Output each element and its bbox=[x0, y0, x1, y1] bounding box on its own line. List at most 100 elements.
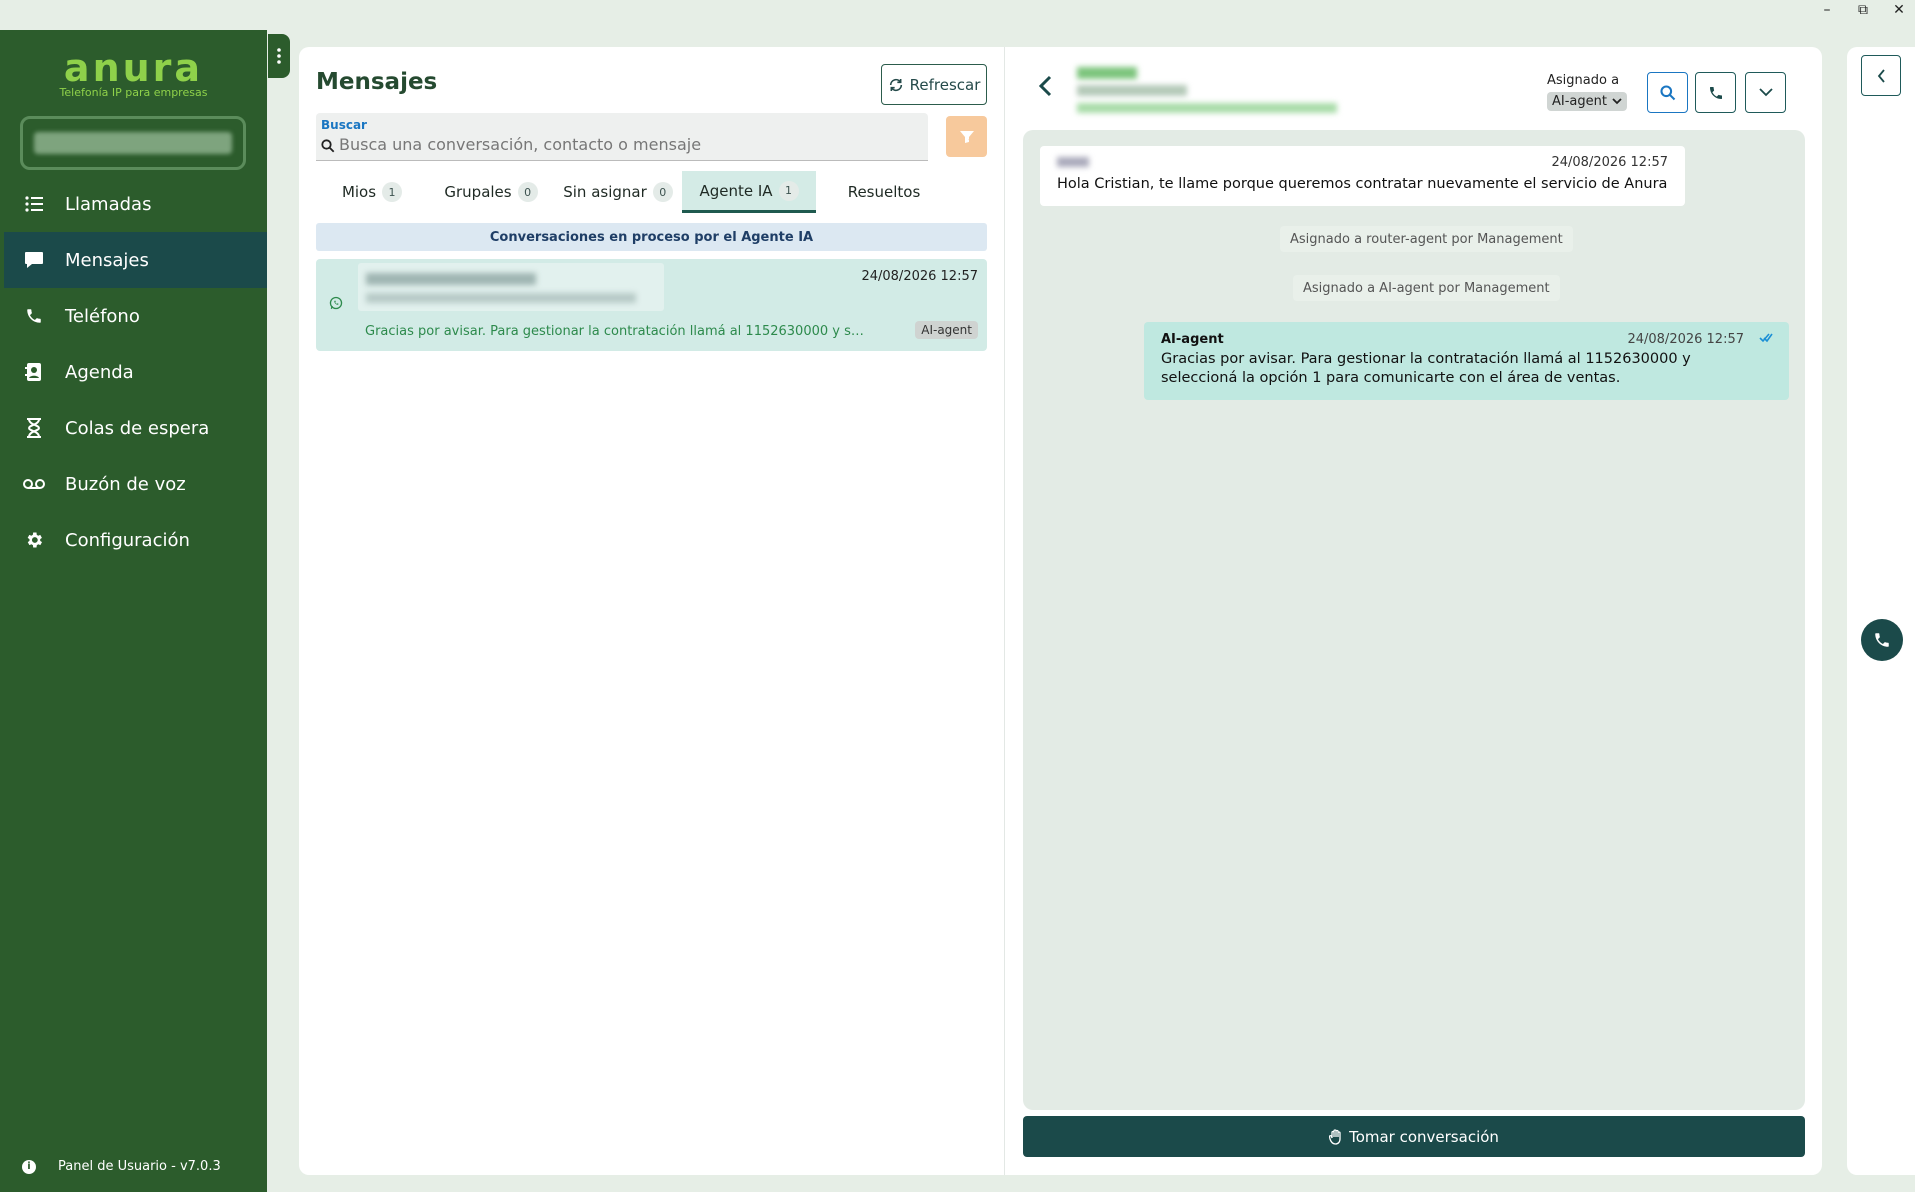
kebab-icon bbox=[277, 48, 281, 64]
info-icon: i bbox=[22, 1159, 36, 1174]
sidebar-item-llamadas[interactable]: Llamadas bbox=[4, 176, 267, 232]
back-button[interactable] bbox=[1038, 75, 1052, 101]
tab-label: Agente IA bbox=[699, 181, 773, 200]
main-card: Mensajes Refrescar Buscar Mios 1 Grupale… bbox=[299, 47, 1822, 1175]
close-button[interactable]: ✕ bbox=[1891, 2, 1907, 18]
tab-grupales[interactable]: Grupales 0 bbox=[428, 171, 554, 213]
search-field[interactable]: Buscar bbox=[316, 113, 928, 161]
double-check-icon bbox=[1759, 333, 1773, 343]
phone-icon bbox=[1875, 633, 1889, 647]
filter-off-icon bbox=[959, 130, 974, 144]
system-message: Asignado a router-agent por Management bbox=[1280, 226, 1573, 252]
search-messages-button[interactable] bbox=[1647, 72, 1688, 113]
chevron-down-icon bbox=[1612, 98, 1622, 105]
page-title: Mensajes bbox=[316, 69, 438, 95]
outgoing-message: AI-agent 24/08/2026 12:57 Gracias por av… bbox=[1144, 322, 1789, 400]
tab-resueltos[interactable]: Resueltos bbox=[816, 171, 952, 213]
sidebar-item-colas[interactable]: Colas de espera bbox=[4, 400, 267, 456]
refresh-icon bbox=[889, 78, 902, 91]
app-version-footer: i Panel de Usuario - v7.0.3 bbox=[22, 1159, 221, 1174]
refresh-button[interactable]: Refrescar bbox=[881, 64, 987, 105]
sidebar-item-label: Mensajes bbox=[65, 249, 149, 271]
right-rail bbox=[1847, 47, 1915, 1175]
sidebar-menu-toggle[interactable] bbox=[268, 34, 290, 78]
brand-logo: anura Telefonía IP para empresas bbox=[0, 48, 267, 99]
take-conversation-label: Tomar conversación bbox=[1349, 1127, 1499, 1146]
call-button[interactable] bbox=[1695, 72, 1736, 113]
tab-agente-ia[interactable]: Agente IA 1 bbox=[682, 171, 816, 213]
assigned-label: Asignado a bbox=[1547, 73, 1620, 88]
window-controls: – ⧉ ✕ bbox=[1819, 2, 1907, 18]
list-icon bbox=[22, 192, 46, 216]
assigned-select[interactable]: AI-agent bbox=[1547, 92, 1627, 111]
voicemail-icon bbox=[22, 472, 46, 496]
take-conversation-button[interactable]: Tomar conversación bbox=[1023, 1116, 1805, 1157]
sidebar-item-label: Configuración bbox=[65, 529, 190, 551]
assigned-to: Asignado a AI-agent bbox=[1547, 73, 1627, 111]
conversation-list-panel: Mensajes Refrescar Buscar Mios 1 Grupale… bbox=[299, 47, 1004, 1175]
conversation-list-item[interactable]: 24/08/2026 12:57 Gracias por avisar. Par… bbox=[316, 259, 987, 351]
contact-book-icon bbox=[22, 360, 46, 384]
logo-tagline: Telefonía IP para empresas bbox=[59, 86, 208, 99]
chevron-left-icon bbox=[1038, 75, 1052, 97]
search-label: Buscar bbox=[321, 118, 367, 132]
whatsapp-icon bbox=[329, 296, 343, 310]
hourglass-icon bbox=[22, 416, 46, 440]
chat-icon bbox=[22, 248, 46, 272]
sidebar-item-label: Agenda bbox=[65, 361, 134, 383]
sidebar-item-label: Llamadas bbox=[65, 193, 152, 215]
section-banner: Conversaciones en proceso por el Agente … bbox=[316, 223, 987, 251]
message-time: 24/08/2026 12:57 bbox=[1551, 155, 1668, 170]
tab-count: 1 bbox=[778, 180, 799, 201]
agent-badge: AI-agent bbox=[915, 321, 978, 339]
tab-sin-asignar[interactable]: Sin asignar 0 bbox=[554, 171, 682, 213]
assigned-value: AI-agent bbox=[1552, 94, 1607, 109]
sender-name-blurred bbox=[1057, 157, 1089, 167]
sidebar-item-telefono[interactable]: Teléfono bbox=[4, 288, 267, 344]
tab-mios[interactable]: Mios 1 bbox=[316, 171, 428, 213]
tab-label: Grupales bbox=[444, 183, 512, 201]
sidebar-item-label: Colas de espera bbox=[65, 417, 210, 439]
logo-wordmark: anura bbox=[63, 46, 204, 90]
conversation-tabs: Mios 1 Grupales 0 Sin asignar 0 Agente I… bbox=[316, 171, 987, 213]
tab-label: Resueltos bbox=[847, 183, 921, 201]
expand-panel-button[interactable] bbox=[1861, 55, 1901, 96]
softphone-button[interactable] bbox=[1861, 619, 1903, 661]
contact-header-blurred bbox=[1077, 63, 1337, 119]
sidebar-item-label: Buzón de voz bbox=[65, 473, 186, 495]
message-text: Gracias por avisar. Para gestionar la co… bbox=[1161, 351, 1691, 386]
search-input[interactable] bbox=[339, 135, 919, 154]
refresh-label: Refrescar bbox=[909, 75, 981, 94]
version-label: Panel de Usuario - v7.0.3 bbox=[58, 1159, 221, 1174]
phone-icon bbox=[1709, 86, 1722, 99]
filter-button[interactable] bbox=[946, 116, 987, 157]
chevron-down-icon bbox=[1758, 88, 1773, 97]
search-icon bbox=[321, 139, 335, 153]
sidebar-item-mensajes[interactable]: Mensajes bbox=[4, 232, 267, 288]
conversation-snippet: Gracias por avisar. Para gestionar la co… bbox=[365, 324, 865, 339]
tab-label: Mios bbox=[341, 183, 377, 201]
chevron-left-icon bbox=[1877, 68, 1885, 83]
sidebar-item-agenda[interactable]: Agenda bbox=[4, 344, 267, 400]
tab-count: 0 bbox=[652, 182, 673, 202]
user-status-blurred bbox=[34, 132, 232, 154]
search-icon bbox=[1659, 84, 1675, 100]
sidebar-nav: Llamadas Mensajes Teléfono Agenda Colas … bbox=[4, 176, 267, 568]
sidebar-item-label: Teléfono bbox=[65, 305, 140, 327]
phone-icon bbox=[22, 304, 46, 328]
user-status-selector[interactable] bbox=[20, 116, 246, 170]
sidebar-item-buzon[interactable]: Buzón de voz bbox=[4, 456, 267, 512]
messages-area: 24/08/2026 12:57 Hola Cristian, te llame… bbox=[1023, 130, 1805, 1110]
gear-icon bbox=[22, 528, 46, 552]
conversation-date: 24/08/2026 12:57 bbox=[861, 269, 978, 284]
minimize-button[interactable]: – bbox=[1819, 2, 1835, 18]
tab-count: 1 bbox=[382, 182, 403, 202]
contact-info-blurred bbox=[358, 263, 664, 311]
tab-label: Sin asignar bbox=[563, 183, 647, 201]
more-options-button[interactable] bbox=[1745, 72, 1786, 113]
message-text: Hola Cristian, te llame porque queremos … bbox=[1057, 176, 1668, 192]
sidebar-item-configuracion[interactable]: Configuración bbox=[4, 512, 267, 568]
maximize-button[interactable]: ⧉ bbox=[1855, 2, 1871, 18]
incoming-message: 24/08/2026 12:57 Hola Cristian, te llame… bbox=[1040, 146, 1685, 206]
message-author: AI-agent bbox=[1161, 332, 1224, 347]
